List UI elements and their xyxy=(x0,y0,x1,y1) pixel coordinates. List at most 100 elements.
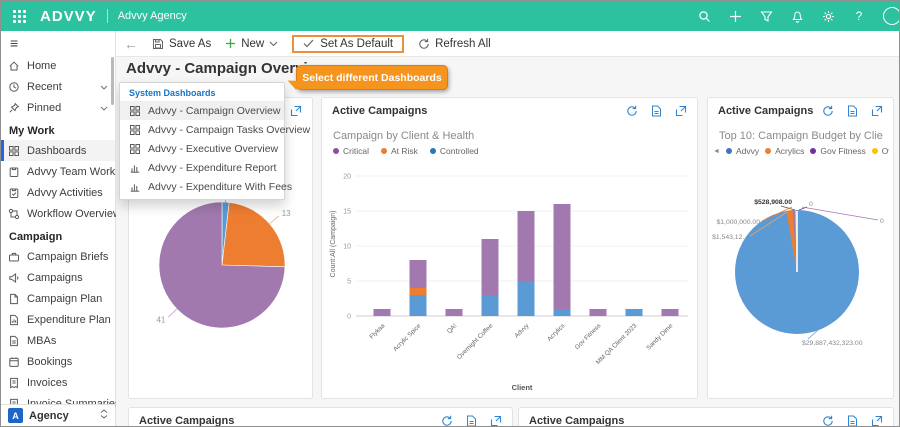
plus-icon xyxy=(225,38,236,49)
area-switcher-chevron-icon xyxy=(100,409,108,422)
top-navbar: ADVVY Advvy Agency ? xyxy=(1,1,899,31)
svg-text:$528,908.00: $528,908.00 xyxy=(754,199,792,206)
sidebar-item-label: Home xyxy=(27,60,56,72)
sidebar-area-switcher[interactable]: A Agency xyxy=(1,404,115,426)
sidebar-item-label: Advvy Team Work xyxy=(27,166,115,178)
panel-campaign-by-client: Active Campaigns Campaign by Client & He… xyxy=(321,97,698,399)
svg-text:Sandy Dime: Sandy Dime xyxy=(645,322,675,352)
legend-label: Advvy xyxy=(736,146,759,156)
callout-text: Select different Dashboards xyxy=(302,72,441,84)
svg-text:41: 41 xyxy=(156,316,165,325)
dropdown-item-advvy-expenditure-with-fees[interactable]: Advvy - Expenditure With Fees xyxy=(120,177,284,196)
back-button[interactable]: ← xyxy=(124,36,138,52)
sidebar-item-pinned[interactable]: Pinned xyxy=(1,97,115,118)
refresh-icon xyxy=(418,38,430,50)
notifications-icon[interactable] xyxy=(790,9,804,23)
home-icon xyxy=(8,60,20,72)
legend-dot xyxy=(726,148,732,154)
user-avatar[interactable] xyxy=(883,7,900,25)
view-records-icon[interactable] xyxy=(651,105,662,117)
body: ≡ HomeRecentPinnedMy WorkDashboardsAdvvy… xyxy=(1,31,899,426)
sidebar-scrollbar[interactable] xyxy=(111,57,114,105)
panel-title: Active Campaigns xyxy=(139,415,441,427)
sidebar-item-label: Pinned xyxy=(27,102,61,114)
sidebar-item-advvy-team-work[interactable]: Advvy Team Work xyxy=(1,161,115,182)
refresh-icon[interactable] xyxy=(626,105,638,117)
team-work-icon xyxy=(8,166,20,178)
view-records-icon[interactable] xyxy=(847,415,858,427)
add-icon[interactable] xyxy=(728,9,742,23)
svg-text:Advvy: Advvy xyxy=(513,322,531,340)
dropdown-item-label: Advvy - Campaign Tasks Overview xyxy=(148,124,310,136)
filter-icon[interactable] xyxy=(759,9,773,23)
set-as-default-button[interactable]: Set As Default xyxy=(292,35,404,53)
svg-text:$1,543,12...: $1,543,12... xyxy=(712,234,748,241)
sidebar-item-workflow-overview[interactable]: Workflow Overview xyxy=(1,203,115,224)
app-logo: ADVVY xyxy=(40,8,97,25)
popout-icon[interactable] xyxy=(490,415,502,427)
popout-icon[interactable] xyxy=(871,105,883,117)
sidebar-item-expenditure-plan[interactable]: Expenditure Plan xyxy=(1,309,115,330)
popout-icon[interactable] xyxy=(871,415,883,427)
legend-item: Ove xyxy=(872,146,889,156)
chevron-down-icon xyxy=(100,102,108,114)
refresh-icon[interactable] xyxy=(822,415,834,427)
help-icon[interactable]: ? xyxy=(852,9,866,23)
sidebar-item-campaigns[interactable]: Campaigns xyxy=(1,267,115,288)
workflow-icon xyxy=(8,208,20,220)
svg-text:Count:All (Campaign): Count:All (Campaign) xyxy=(330,211,337,278)
svg-text:Acrylic Spice: Acrylic Spice xyxy=(392,322,423,353)
legend-dot xyxy=(333,148,339,154)
refresh-icon[interactable] xyxy=(822,105,834,117)
waffle-menu-icon[interactable] xyxy=(13,10,26,23)
svg-text:Client: Client xyxy=(512,383,533,392)
svg-text:15: 15 xyxy=(343,209,351,216)
save-as-button[interactable]: Save As xyxy=(152,38,211,50)
dropdown-item-advvy-campaign-tasks-overview[interactable]: Advvy - Campaign Tasks Overview xyxy=(120,120,284,139)
sidebar-nav: HomeRecentPinnedMy WorkDashboardsAdvvy T… xyxy=(1,55,115,414)
sidebar-item-invoices[interactable]: Invoices xyxy=(1,372,115,393)
chart-icon xyxy=(129,181,141,193)
sidebar-item-mbas[interactable]: MBAs xyxy=(1,330,115,351)
sidebar-item-home[interactable]: Home xyxy=(1,55,115,76)
legend-prev-arrow-icon[interactable]: ◄ xyxy=(713,148,720,155)
chart-icon xyxy=(129,162,141,174)
legend-item: Advvy xyxy=(726,146,759,156)
sidebar-item-advvy-activities[interactable]: Advvy Activities xyxy=(1,182,115,203)
sidebar-item-campaign-plan[interactable]: Campaign Plan xyxy=(1,288,115,309)
popout-icon[interactable] xyxy=(675,105,687,117)
sidebar-item-recent[interactable]: Recent xyxy=(1,76,115,97)
panel-title: Active Campaigns xyxy=(529,415,822,427)
doc-icon xyxy=(8,335,20,347)
dropdown-item-advvy-executive-overview[interactable]: Advvy - Executive Overview xyxy=(120,139,284,158)
sidebar-item-label: Dashboards xyxy=(27,145,86,157)
sidebar-item-label: Campaign Plan xyxy=(27,293,102,305)
legend-item: At Risk xyxy=(381,146,418,156)
popout-icon[interactable] xyxy=(290,105,302,117)
svg-text:QA!: QA! xyxy=(446,322,459,335)
new-button[interactable]: New xyxy=(225,38,278,50)
search-icon[interactable] xyxy=(697,9,711,23)
dropdown-item-advvy-expenditure-report[interactable]: Advvy - Expenditure Report xyxy=(120,158,284,177)
app-name: Advvy Agency xyxy=(118,10,187,22)
pinned-icon xyxy=(8,102,20,114)
chart-legend: CriticalAt RiskControlled xyxy=(333,146,479,156)
svg-text:0: 0 xyxy=(347,314,351,321)
dashboard-icon xyxy=(129,143,141,155)
refresh-all-button[interactable]: Refresh All xyxy=(418,38,491,50)
refresh-icon[interactable] xyxy=(441,415,453,427)
view-records-icon[interactable] xyxy=(847,105,858,117)
dropdown-item-advvy-campaign-overview[interactable]: Advvy - Campaign Overview xyxy=(120,101,284,120)
dropdown-item-label: Advvy - Executive Overview xyxy=(148,143,278,155)
svg-text:0: 0 xyxy=(880,218,884,225)
svg-text:Gov Fitness: Gov Fitness xyxy=(574,322,603,351)
sidebar-item-campaign-briefs[interactable]: Campaign Briefs xyxy=(1,246,115,267)
sidebar-toggle-icon[interactable]: ≡ xyxy=(1,31,115,55)
bookings-icon xyxy=(8,356,20,368)
sidebar-item-dashboards[interactable]: Dashboards xyxy=(1,140,115,161)
sidebar-item-bookings[interactable]: Bookings xyxy=(1,351,115,372)
dropdown-item-label: Advvy - Expenditure Report xyxy=(148,162,276,174)
settings-gear-icon[interactable] xyxy=(821,9,835,23)
panel-bottom-right: Active Campaigns xyxy=(518,407,894,426)
view-records-icon[interactable] xyxy=(466,415,477,427)
